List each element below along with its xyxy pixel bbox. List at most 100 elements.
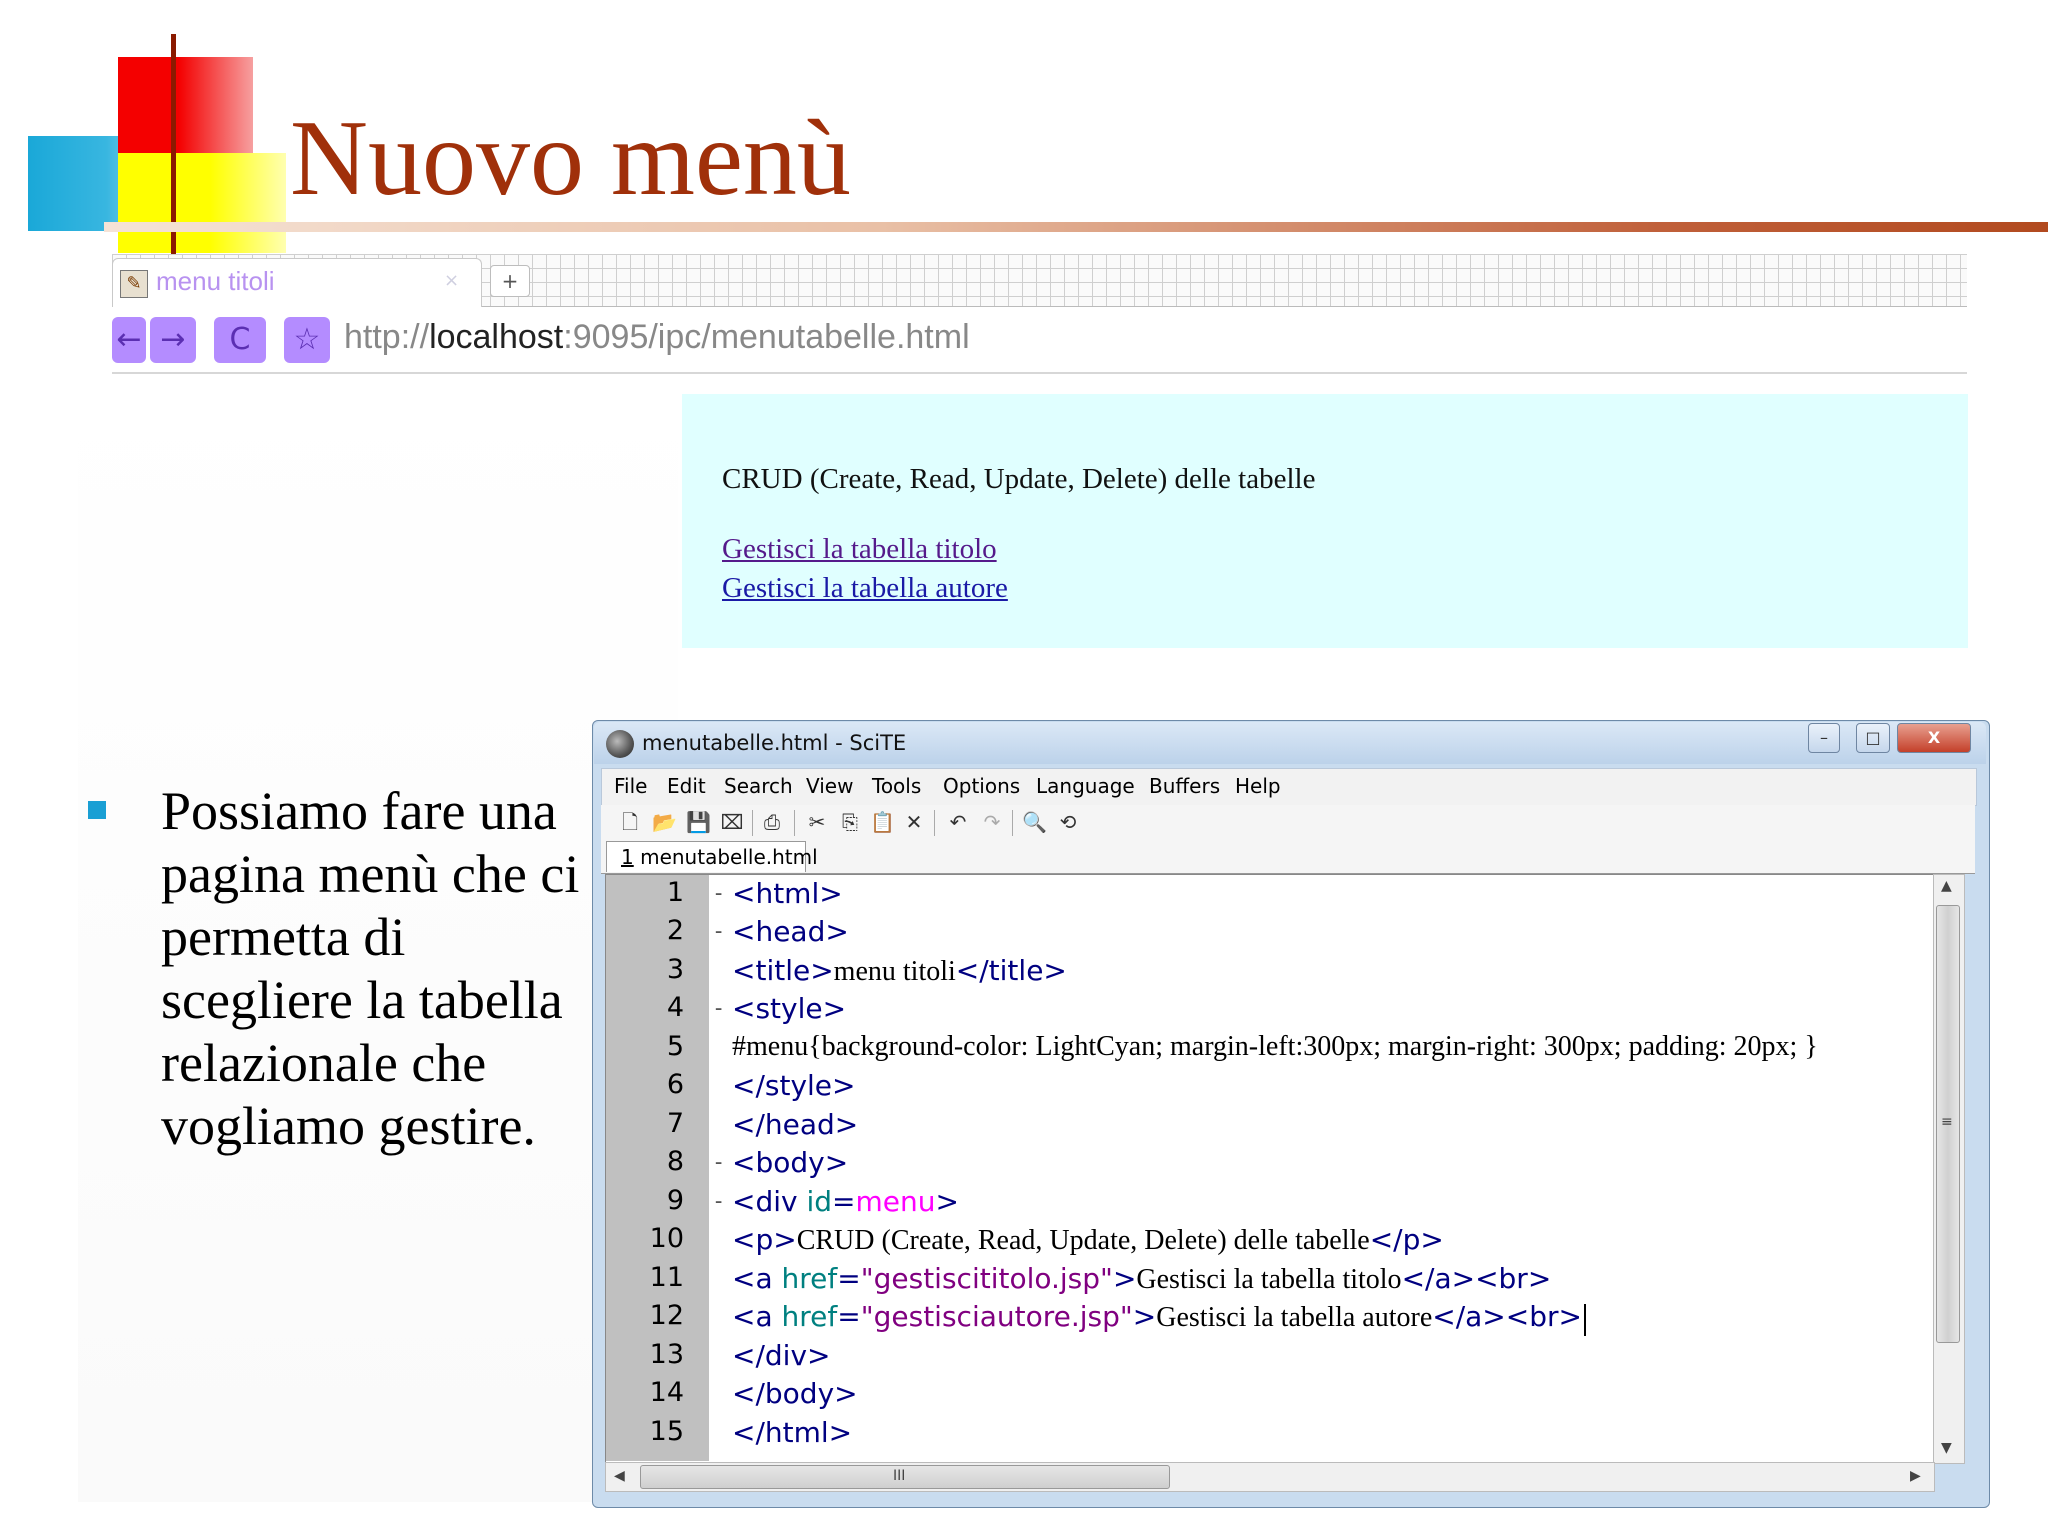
code-line-13: </div> bbox=[732, 1339, 830, 1373]
cut-icon[interactable]: ✂ bbox=[805, 810, 829, 834]
menu-view[interactable]: View bbox=[806, 774, 853, 798]
paste-icon[interactable]: 📋 bbox=[870, 810, 895, 834]
menu-tools[interactable]: Tools bbox=[872, 774, 921, 798]
minimize-button[interactable]: – bbox=[1808, 723, 1840, 753]
fold-marker[interactable]: - bbox=[712, 919, 725, 944]
close-file-icon[interactable]: ⌧ bbox=[720, 810, 744, 834]
replace-icon[interactable]: ⟲ bbox=[1056, 810, 1080, 834]
tab-close-icon[interactable]: × bbox=[444, 270, 459, 291]
code-line-8: <body> bbox=[732, 1146, 848, 1180]
code-token: > bbox=[1112, 1262, 1137, 1295]
scroll-left-arrow-icon[interactable]: ◀ bbox=[614, 1468, 625, 1484]
redo-icon[interactable]: ↷ bbox=[980, 810, 1004, 834]
back-button[interactable]: ← bbox=[112, 317, 146, 363]
code-token: <p> bbox=[732, 1223, 797, 1256]
code-token: id bbox=[806, 1185, 833, 1218]
code-line-14: </body> bbox=[732, 1377, 858, 1411]
fold-marker[interactable]: - bbox=[712, 1150, 725, 1175]
scroll-right-arrow-icon[interactable]: ▶ bbox=[1910, 1468, 1921, 1484]
scroll-up-arrow-icon[interactable]: ▲ bbox=[1941, 878, 1952, 894]
code-token: </style> bbox=[732, 1069, 856, 1102]
code-line-4: <style> bbox=[732, 992, 846, 1026]
code-token: "gestisciautore.jsp" bbox=[860, 1300, 1133, 1333]
code-token: </head> bbox=[732, 1108, 859, 1141]
fold-marker[interactable]: - bbox=[712, 996, 725, 1021]
link-gestisci-autore[interactable]: Gestisci la tabella autore bbox=[722, 572, 1008, 605]
code-token: </a><br> bbox=[1432, 1300, 1582, 1333]
line-number: 14 bbox=[649, 1377, 684, 1408]
code-line-10: <p>CRUD (Create, Read, Update, Delete) d… bbox=[732, 1223, 1444, 1257]
menu-options[interactable]: Options bbox=[943, 774, 1020, 798]
bookmark-star-icon[interactable]: ☆ bbox=[284, 317, 330, 363]
code-token: </title> bbox=[955, 954, 1067, 987]
code-token: = bbox=[837, 1262, 861, 1295]
reload-button[interactable]: C bbox=[214, 317, 266, 363]
line-number: 8 bbox=[666, 1146, 684, 1177]
delete-icon[interactable]: ✕ bbox=[902, 810, 926, 834]
bullet-marker bbox=[88, 801, 106, 819]
line-number: 4 bbox=[666, 992, 684, 1023]
url-text[interactable]: http://localhost:9095/ipc/menutabelle.ht… bbox=[344, 318, 970, 357]
title-underline bbox=[104, 222, 2048, 232]
line-number: 1 bbox=[666, 877, 684, 908]
line-number: 2 bbox=[666, 915, 684, 946]
code-token: href bbox=[781, 1262, 838, 1295]
line-number: 5 bbox=[666, 1031, 684, 1062]
code-token: </html> bbox=[732, 1416, 853, 1449]
save-icon[interactable]: 💾 bbox=[686, 810, 711, 834]
code-line-6: </style> bbox=[732, 1069, 856, 1103]
undo-icon[interactable]: ↶ bbox=[946, 810, 970, 834]
code-line-7: </head> bbox=[732, 1108, 858, 1142]
toolbar-separator bbox=[1012, 810, 1013, 836]
menu-edit[interactable]: Edit bbox=[667, 774, 706, 798]
code-line-1: <html> bbox=[732, 877, 843, 911]
file-tab-menutabelle[interactable]: 1 menutabelle.html bbox=[606, 841, 818, 872]
new-file-icon[interactable]: 🗋 bbox=[618, 810, 642, 834]
code-line-15: </html> bbox=[732, 1416, 852, 1450]
fold-marker[interactable]: - bbox=[712, 1189, 725, 1214]
url-scheme: http:// bbox=[344, 318, 430, 356]
menu-language[interactable]: Language bbox=[1036, 774, 1135, 798]
copy-icon[interactable]: ⎘ bbox=[838, 810, 862, 834]
line-number: 9 bbox=[666, 1185, 684, 1216]
scroll-down-arrow-icon[interactable]: ▼ bbox=[1941, 1440, 1952, 1456]
line-number: 15 bbox=[649, 1416, 684, 1447]
code-token: <title> bbox=[732, 954, 834, 987]
crud-paragraph: CRUD (Create, Read, Update, Delete) dell… bbox=[722, 463, 1316, 495]
line-number: 10 bbox=[649, 1223, 684, 1254]
print-icon[interactable]: ⎙ bbox=[760, 810, 784, 834]
browser-tab-title: menu titoli bbox=[156, 266, 275, 296]
code-token: menu titoli bbox=[833, 956, 956, 987]
menu-file[interactable]: File bbox=[614, 774, 647, 798]
decor-yellow-square bbox=[118, 153, 286, 253]
close-window-button[interactable]: X bbox=[1897, 723, 1971, 753]
line-number: 6 bbox=[666, 1069, 684, 1100]
line-number: 11 bbox=[649, 1262, 684, 1293]
open-folder-icon[interactable]: 📂 bbox=[652, 810, 677, 834]
page-favicon-icon: ✎ bbox=[120, 270, 148, 298]
menu-help[interactable]: Help bbox=[1235, 774, 1281, 798]
code-token: <head> bbox=[732, 915, 849, 948]
url-host: localhost bbox=[429, 318, 564, 356]
text-caret bbox=[1583, 1303, 1586, 1336]
line-number: 13 bbox=[649, 1339, 684, 1370]
maximize-button[interactable]: □ bbox=[1856, 723, 1890, 753]
menu-buffers[interactable]: Buffers bbox=[1149, 774, 1220, 798]
link-gestisci-titolo[interactable]: Gestisci la tabella titolo bbox=[722, 533, 997, 566]
fold-marker[interactable]: - bbox=[712, 881, 725, 906]
bullet-text: Possiamo fare una pagina menù che ci per… bbox=[161, 781, 580, 1156]
find-icon[interactable]: 🔍 bbox=[1022, 810, 1047, 834]
new-tab-button[interactable]: + bbox=[490, 265, 530, 297]
slide-title: Nuovo menù bbox=[290, 99, 851, 218]
window-title: menutabelle.html - SciTE bbox=[642, 731, 907, 755]
code-token: <a bbox=[732, 1262, 782, 1295]
menu-search[interactable]: Search bbox=[724, 774, 793, 798]
code-line-11: <a href="gestiscititolo.jsp">Gestisci la… bbox=[732, 1262, 1551, 1296]
line-number: 3 bbox=[666, 954, 684, 985]
hscroll-grip-icon: III bbox=[893, 1468, 906, 1484]
toolbar-separator bbox=[934, 810, 935, 836]
code-token: menu bbox=[855, 1185, 936, 1218]
code-token: <body> bbox=[732, 1146, 849, 1179]
forward-button[interactable]: → bbox=[150, 317, 196, 363]
code-token: > bbox=[1132, 1300, 1157, 1333]
